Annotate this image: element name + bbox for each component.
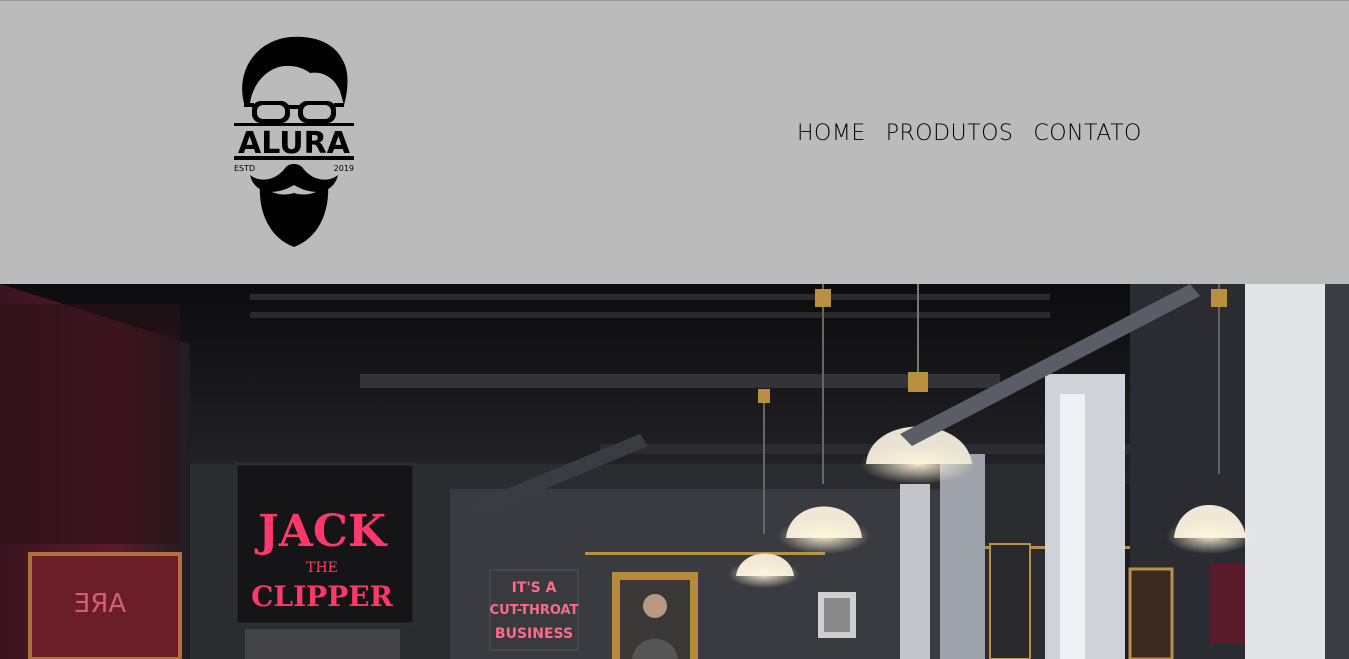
neon-sign-line3: CLIPPER [251,580,394,613]
neon-sign-line2: THE [306,560,338,576]
barbershop-interior-image: ƎЯA JACK THE CLIPPER IT'S A CUT-THROAT B… [0,284,1349,659]
poster-line1: IT'S A [512,580,557,596]
hero-image: ƎЯA JACK THE CLIPPER IT'S A CUT-THROAT B… [0,284,1349,659]
logo-year-text: 2019 [334,164,354,173]
logo-brand-text: ALURA [238,126,351,161]
brand-logo[interactable]: ALURA ESTD 2019 [230,33,358,251]
site-header: ALURA ESTD 2019 HOME PRODUTOS CONTATO [0,0,1349,284]
nav-link-home[interactable]: HOME [797,121,866,146]
poster-line2: CUT-THROAT [490,603,579,618]
nav-link-produtos[interactable]: PRODUTOS [886,121,1014,146]
nav-link-contato[interactable]: CONTATO [1033,121,1141,146]
barber-face-logo-icon: ALURA ESTD 2019 [234,36,354,247]
poster-line3: BUSINESS [495,626,573,642]
svg-text:ƎЯA: ƎЯA [74,589,126,619]
logo-estd-text: ESTD [234,164,255,173]
neon-sign-line1: JACK [254,506,388,557]
main-nav: HOME PRODUTOS CONTATO [797,121,1142,146]
